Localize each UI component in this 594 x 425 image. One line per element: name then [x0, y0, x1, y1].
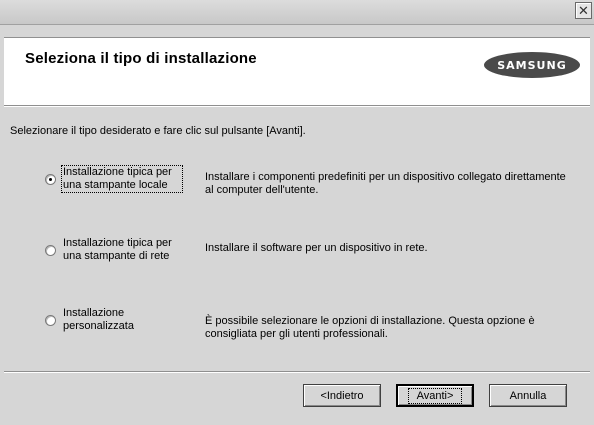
back-button-label: <Indietro	[320, 389, 364, 402]
option-label[interactable]: Installazione tipica per una stampante l…	[61, 165, 183, 193]
page-title: Seleziona il tipo di installazione	[25, 50, 257, 67]
radio-typical-local[interactable]	[45, 174, 56, 185]
option-label-line1: Installazione tipica per	[63, 166, 172, 178]
option-label[interactable]: Installazione tipica per una stampante d…	[61, 236, 183, 264]
option-description-line1: È possibile selezionare le opzioni di in…	[205, 315, 535, 327]
option-label-line2: una stampante di rete	[63, 250, 170, 262]
installer-dialog: ✕ Seleziona il tipo di installazione SAM…	[0, 0, 594, 425]
radio-custom[interactable]	[45, 315, 56, 326]
option-typical-network[interactable]: Installazione tipica per una stampante d…	[45, 236, 585, 276]
back-button[interactable]: <Indietro	[303, 384, 381, 407]
close-icon[interactable]: ✕	[575, 2, 592, 19]
option-label-line2: una stampante locale	[63, 179, 168, 191]
option-label-line2: personalizzata	[63, 320, 134, 332]
option-description: Installare i componenti predefiniti per …	[205, 171, 585, 197]
option-description-line2: consigliata per gli utenti professionali…	[205, 328, 388, 340]
option-description-line1: Installare i componenti predefiniti per …	[205, 171, 566, 183]
cancel-button[interactable]: Annulla	[489, 384, 567, 407]
option-custom[interactable]: Installazione personalizzata È possibile…	[45, 306, 585, 346]
option-description-line2: al computer dell'utente.	[205, 184, 319, 196]
footer-divider	[4, 371, 590, 373]
header-divider	[4, 105, 590, 107]
option-label-line1: Installazione tipica per	[63, 237, 172, 249]
header-panel: Seleziona il tipo di installazione SAMSU…	[4, 37, 590, 106]
next-button-label: Avanti>	[407, 387, 463, 404]
samsung-logo: SAMSUNG	[484, 52, 580, 78]
option-label[interactable]: Installazione personalizzata	[61, 306, 183, 334]
radio-typical-network[interactable]	[45, 245, 56, 256]
title-bar: ✕	[0, 0, 594, 25]
option-description: È possibile selezionare le opzioni di in…	[205, 315, 585, 341]
logo-text: SAMSUNG	[497, 58, 567, 72]
next-button[interactable]: Avanti>	[396, 384, 474, 407]
option-typical-local[interactable]: Installazione tipica per una stampante l…	[45, 165, 585, 205]
option-description-line1: Installare il software per un dispositiv…	[205, 242, 428, 254]
cancel-button-label: Annulla	[509, 389, 547, 402]
instruction-text: Selezionare il tipo desiderato e fare cl…	[10, 125, 306, 137]
option-description: Installare il software per un dispositiv…	[205, 242, 585, 255]
option-label-line1: Installazione	[63, 307, 125, 319]
